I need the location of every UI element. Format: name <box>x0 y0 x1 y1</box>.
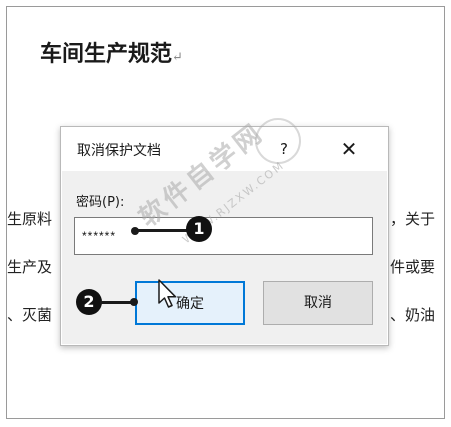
dialog-body: 密码(P): 确定 取消 <box>62 171 387 344</box>
document-line-1-left: 生原料 <box>7 210 53 228</box>
document-title: 车间生产规范↵ <box>40 36 183 68</box>
callout-2-badge: 2 <box>76 289 102 315</box>
callout-1-badge: 1 <box>186 216 212 242</box>
dialog-title: 取消保护文档 <box>77 143 161 159</box>
document-line-2-left: 生产及 <box>7 258 53 276</box>
password-field[interactable] <box>74 217 373 255</box>
callout-1-line <box>135 229 187 232</box>
password-label: 密码(P): <box>76 195 125 210</box>
document-line-3-right: 、奶油 <box>390 306 436 324</box>
document-line-3-left: 、灭菌 <box>7 306 53 324</box>
document-title-text: 车间生产规范 <box>40 41 173 67</box>
document-line-2-right: 件或要 <box>390 258 436 276</box>
close-button[interactable]: ✕ <box>331 133 367 165</box>
document-line-1-right: ，关于 <box>390 210 436 228</box>
callout-2-dot <box>130 298 138 306</box>
ok-button[interactable]: 确定 <box>135 281 245 325</box>
callout-2-line <box>100 301 134 304</box>
paragraph-mark-icon: ↵ <box>172 50 183 65</box>
cancel-button[interactable]: 取消 <box>263 281 373 325</box>
pointer-cursor-icon <box>158 279 177 308</box>
